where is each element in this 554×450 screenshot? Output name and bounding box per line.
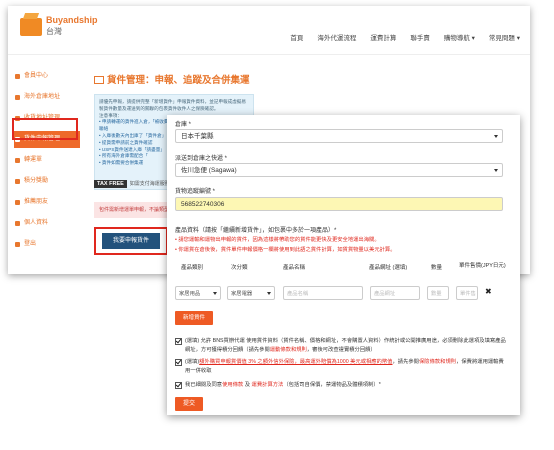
- sidebar-item-profile[interactable]: 個人資料: [14, 215, 80, 232]
- sidebar-item-warehouse-address[interactable]: 海外倉庫地址: [14, 89, 80, 106]
- main-nav: 首頁 海外代運流程 運費計算 聯手賣 購物導航 ▾ 常見問題 ▾: [290, 32, 520, 42]
- declaration-form-screenshot: 倉庫 * 日本千葉縣 派送到倉庫之快遞 * 佐川急便 (Sagawa) 貨物追蹤…: [167, 115, 520, 415]
- chevron-down-icon: [213, 292, 217, 295]
- tax-free-row: TAX FREE 如需支付海運服務: [94, 180, 170, 188]
- brand-name: Buyandship: [46, 15, 98, 25]
- tracking-label: 貨物追蹤編號 *: [175, 189, 216, 195]
- insurance-checkbox[interactable]: (選填)額外購買申報貨價值 3% 之額外信外保險，最高運外賠償為1000 美元或…: [175, 358, 507, 376]
- insurance-highlight: 額外購買申報貨價值 3% 之額外信外保險，最高運外賠償為1000 美元或相應的幣…: [199, 359, 393, 365]
- tax-free-text: 如需支付海運服務: [129, 181, 170, 187]
- note-red-1: • 請您運輸和運物出申報的貨件，因為這樣將帶助您的貨件能更快及更安全地運出海關。: [175, 237, 380, 243]
- checkbox-checked-icon: [175, 338, 182, 345]
- nav-group-buy[interactable]: 聯手賣: [410, 32, 430, 42]
- subcategory-value: 家居電器: [231, 291, 253, 297]
- logout-icon: [15, 242, 20, 247]
- nav-shopping-guide[interactable]: 購物導航 ▾: [444, 32, 475, 42]
- chevron-down-icon: [267, 292, 271, 295]
- sidebar-item-label: 推薦朋友: [24, 199, 49, 205]
- insurance-terms-link[interactable]: 保險條款和規則: [419, 359, 456, 365]
- col-price: 單件售價(JPY日元): [459, 263, 506, 269]
- sidebar-item-member-center[interactable]: 會員中心: [14, 68, 80, 85]
- cart-icon: [94, 76, 104, 85]
- courier-select[interactable]: 佐川急便 (Sagawa): [175, 163, 503, 177]
- category-select[interactable]: 家居用品: [175, 286, 221, 300]
- agree-prefix: 我已細閱及同意: [185, 382, 223, 388]
- sidebar-item-label: 登出: [24, 241, 37, 247]
- brand-region: 台灣: [46, 27, 62, 36]
- courier-label: 派送到倉庫之快遞 *: [175, 156, 228, 162]
- sidebar: 會員中心 海外倉庫地址 收貨地址管理 貨件申報管理 轉運單 積分獎勵 推薦朋友 …: [14, 68, 80, 257]
- nav-home[interactable]: 首頁: [290, 32, 303, 42]
- consent-data-checkbox[interactable]: (選填) 允許 BNS買辦代運 使用貨件資料（貨件名稱、價格和網址，不會購置人資…: [175, 337, 507, 355]
- sidebar-item-label: 積分獎勵: [24, 178, 49, 184]
- col-name: 產品名稱: [283, 265, 306, 271]
- apply-declaration-button[interactable]: 我要申報貨件: [102, 233, 160, 249]
- sidebar-item-label: 轉運單: [24, 157, 43, 163]
- home-icon: [15, 74, 20, 79]
- info-line: 請優先申報，請提供完整「新增貨件」申報貨件資料，並記申報成虛擬易製貨件數量及運送…: [99, 99, 247, 111]
- terms-of-use-link[interactable]: 使用條款: [222, 382, 243, 388]
- user-icon: [15, 221, 20, 226]
- warehouse-label: 倉庫 *: [175, 122, 192, 128]
- chevron-down-icon: [494, 169, 498, 172]
- insurance-mid: ，請先參閱: [392, 359, 419, 365]
- location-icon: [15, 95, 20, 100]
- courier-value: 佐川急便 (Sagawa): [181, 167, 237, 174]
- checkbox-checked-icon: [175, 359, 182, 366]
- add-item-button[interactable]: 新增貨件: [175, 311, 213, 325]
- insurance-prefix: (選填): [185, 359, 200, 365]
- nav-process[interactable]: 海外代運流程: [317, 32, 356, 42]
- warehouse-value: 日本千葉縣: [181, 133, 214, 140]
- remove-row-icon[interactable]: ✖: [485, 287, 492, 296]
- nav-faq[interactable]: 常見問題 ▾: [489, 32, 520, 42]
- consent-data-tail: ，審後可改查證實積分回饋）: [306, 346, 376, 353]
- chevron-down-icon: [494, 135, 498, 138]
- category-value: 家居用品: [179, 291, 201, 297]
- subcategory-select[interactable]: 家居電器: [227, 286, 275, 300]
- sidebar-item-logout[interactable]: 登出: [14, 236, 80, 253]
- tracking-input[interactable]: 568522740306: [175, 197, 503, 211]
- agree-tail: （包括司自保價，禁運物品及體積項制）*: [283, 382, 381, 388]
- product-url-input[interactable]: 產品網址: [370, 286, 420, 300]
- list-icon: [15, 158, 20, 163]
- sidebar-item-label: 海外倉庫地址: [24, 94, 61, 100]
- items-label: 產品資料（請按「繼續新增貨件」，如包裹中多於一項產品）*: [175, 228, 337, 234]
- top-navbar: Buyandship 台灣 首頁 海外代運流程 運費計算 聯手賣 購物導航 ▾ …: [8, 6, 530, 55]
- col-quantity: 數量: [431, 265, 443, 271]
- col-url: 產品網址 (選填): [369, 265, 408, 271]
- tax-free-badge: TAX FREE: [94, 180, 127, 188]
- promo-terms-link[interactable]: 運動條款和規則: [270, 347, 307, 353]
- sidebar-item-transfer-orders[interactable]: 轉運單: [14, 152, 80, 169]
- checkbox-checked-icon: [175, 382, 182, 389]
- page-title-text: 貨件管理：申報、追蹤及合併集運: [107, 75, 250, 86]
- box-logo-icon: [20, 18, 42, 36]
- submit-button[interactable]: 提交: [175, 397, 203, 411]
- sidebar-item-rewards[interactable]: 積分獎勵: [14, 173, 80, 190]
- note-red-2: • 你運貨在倉後後，貨件單件申報價格一欄將使用到此語之貨件計算，如貨貨物量以美元…: [175, 247, 396, 253]
- sidebar-item-referral[interactable]: 推薦朋友: [14, 194, 80, 211]
- page-title: 貨件管理：申報、追蹤及合併集運: [94, 72, 250, 86]
- shipping-calc-link[interactable]: 運費計算方法: [252, 382, 284, 388]
- dollar-icon: [15, 179, 20, 184]
- col-subcategory: 次分類: [231, 265, 248, 271]
- nav-calculator[interactable]: 運費計算: [370, 32, 396, 42]
- unit-price-input[interactable]: 單件售: [456, 286, 478, 300]
- quantity-input[interactable]: 數量: [427, 286, 449, 300]
- warehouse-select[interactable]: 日本千葉縣: [175, 129, 503, 143]
- brand-logo[interactable]: Buyandship 台灣: [46, 15, 98, 37]
- agree-mid: 及: [243, 382, 252, 388]
- col-category: 產品類別: [181, 265, 204, 271]
- highlight-box-sidebar: [12, 118, 78, 140]
- product-name-input[interactable]: 產品名稱: [283, 286, 363, 300]
- sidebar-item-label: 個人資料: [24, 220, 49, 226]
- sidebar-item-label: 會員中心: [24, 73, 49, 79]
- friends-icon: [15, 200, 20, 205]
- agree-terms-checkbox[interactable]: 我已細閱及同意使用條款 及 運費計算方法（包括司自保價，禁運物品及體積項制）*: [175, 381, 507, 390]
